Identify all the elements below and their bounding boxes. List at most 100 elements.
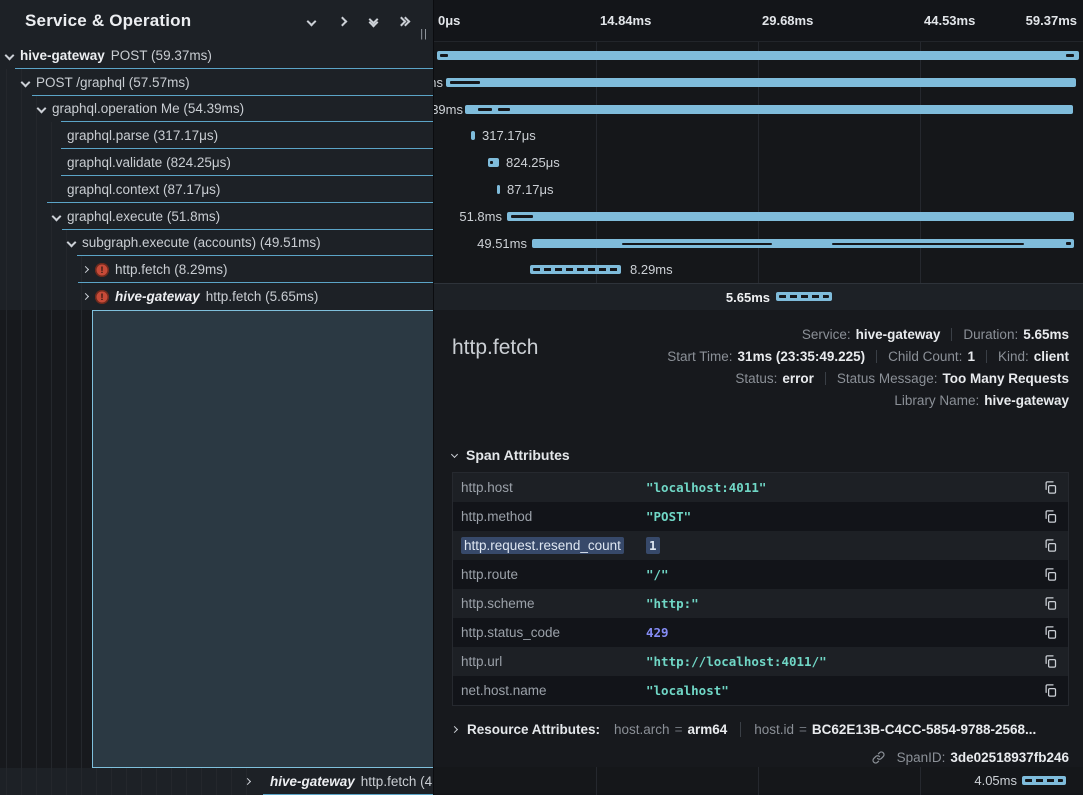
selected-span-region[interactable] [92, 310, 433, 768]
timeline-row[interactable]: 8.29ms [434, 256, 1083, 283]
indent-guides [0, 69, 22, 96]
tree-row-hive-gateway-post[interactable]: hive-gateway POST (59.37ms) [0, 42, 433, 69]
collapse-one-icon[interactable] [308, 18, 315, 25]
tree-row-graphql-validate[interactable]: graphql.validate (824.25μs) [0, 149, 433, 176]
span-service: hive-gateway [20, 48, 105, 63]
tree-row-http-fetch-5ms-selected[interactable]: ! hive-gateway http.fetch (5.65ms) [0, 283, 433, 310]
chevron-right-icon[interactable] [82, 266, 89, 273]
attribute-row: http.scheme "http:" [453, 589, 1068, 618]
attribute-row: http.method "POST" [453, 502, 1068, 531]
copy-icon[interactable] [1036, 509, 1058, 525]
expand-all-icon[interactable] [401, 18, 409, 25]
panel-resize-handle[interactable]: || [420, 28, 428, 40]
span-name: graphql.execute (51.8ms) [67, 209, 220, 224]
span-name: subgraph.execute (accounts) (49.51ms) [82, 235, 321, 250]
tree-row-http-fetch-8ms[interactable]: ! http.fetch (8.29ms) [0, 256, 433, 283]
copy-icon[interactable] [1036, 538, 1058, 554]
copy-icon[interactable] [1036, 683, 1058, 699]
span-name: graphql.operation Me (54.39ms) [52, 101, 244, 116]
resource-attributes-row[interactable]: Resource Attributes: host.arch=arm64 hos… [452, 718, 1069, 742]
left-panel-header: Service & Operation || [0, 0, 433, 42]
timeline-row[interactable]: 4.05ms [434, 767, 1083, 793]
chevron-down-icon[interactable] [67, 238, 77, 248]
host-arch-value: arm64 [687, 722, 727, 737]
span-id-value: 3de02518937fb246 [950, 750, 1069, 765]
span-bar[interactable] [488, 158, 499, 167]
chevron-down-icon [451, 451, 458, 458]
copy-icon[interactable] [1036, 625, 1058, 641]
tree-row-graphql-parse[interactable]: graphql.parse (317.17μs) [0, 122, 433, 149]
duration-label: 317.17μs [482, 128, 536, 143]
indent-guides [0, 149, 60, 176]
meta-line-2: Start Time:31ms (23:35:49.225)Child Coun… [667, 346, 1069, 368]
status-message-value: Too Many Requests [942, 371, 1069, 386]
span-name: POST /graphql (57.57ms) [36, 75, 190, 90]
timeline-row-selected[interactable]: 5.65ms [434, 283, 1083, 310]
service-operation-panel: Service & Operation || hive-gateway POST… [0, 0, 434, 795]
child-count-value: 1 [967, 349, 975, 364]
span-bar[interactable] [507, 212, 1074, 221]
duration-label: 5.65ms [726, 290, 770, 305]
copy-icon[interactable] [1036, 567, 1058, 583]
tree-row-post-graphql[interactable]: POST /graphql (57.57ms) [0, 69, 433, 96]
span-bar[interactable] [437, 51, 1079, 60]
duration-value: 5.65ms [1023, 327, 1069, 342]
expand-one-icon[interactable] [339, 18, 346, 25]
chevron-right-icon [452, 726, 458, 733]
timeline-axis: 0μs 14.84ms 29.68ms 44.53ms 59.37ms [434, 0, 1083, 42]
tree-row-graphql-operation[interactable]: graphql.operation Me (54.39ms) [0, 96, 433, 123]
indent-guides [0, 203, 53, 230]
timeline-row[interactable]: 49.51ms [434, 230, 1083, 257]
span-bar[interactable] [530, 265, 621, 274]
span-detail-panel: http.fetch Service:hive-gatewayDuration:… [434, 310, 1083, 767]
meta-line-3: Status:errorStatus Message:Too Many Requ… [667, 368, 1069, 390]
axis-tick: 59.37ms [1026, 13, 1077, 28]
collapse-all-icon[interactable] [370, 16, 377, 26]
timeline-panel: 0μs 14.84ms 29.68ms 44.53ms 59.37ms 57.5… [434, 0, 1083, 795]
duration-label: 824.25μs [506, 155, 560, 170]
timeline-row[interactable]: 87.17μs [434, 176, 1083, 203]
chevron-right-icon[interactable] [82, 293, 89, 300]
attribute-row: net.host.name "localhost" [453, 676, 1068, 705]
timeline-row[interactable] [434, 42, 1083, 69]
chevron-down-icon[interactable] [52, 211, 62, 221]
attribute-value: 429 [646, 625, 1036, 640]
copy-icon[interactable] [1036, 596, 1058, 612]
start-time-value: 31ms (23:35:49.225) [738, 349, 866, 364]
span-bar[interactable] [465, 105, 1073, 114]
tree-row-graphql-context[interactable]: graphql.context (87.17μs) [0, 176, 433, 203]
timeline-row[interactable]: 51.8ms [434, 203, 1083, 230]
span-name: graphql.parse (317.17μs) [67, 128, 218, 143]
tree-row-graphql-execute[interactable]: graphql.execute (51.8ms) [0, 203, 433, 230]
copy-icon[interactable] [1036, 654, 1058, 670]
tree-row-http-fetch-4ms[interactable]: hive-gateway http.fetch (4.05ms) [0, 768, 433, 795]
chevron-down-icon[interactable] [37, 104, 47, 114]
chevron-down-icon[interactable] [5, 50, 15, 60]
span-name: http.fetch (8.29ms) [115, 262, 228, 277]
attribute-value: "localhost:4011" [646, 480, 1036, 495]
span-bar[interactable] [497, 185, 500, 194]
span-service: hive-gateway [115, 289, 200, 304]
error-icon: ! [95, 290, 109, 304]
span-bar[interactable] [446, 78, 1076, 87]
span-bar[interactable] [532, 239, 1074, 248]
attribute-row: http.host "localhost:4011" [453, 473, 1068, 502]
span-bar[interactable] [471, 131, 475, 140]
library-name-value: hive-gateway [984, 393, 1069, 408]
timeline-row[interactable]: 317.17μs [434, 122, 1083, 149]
duration-label: 8.29ms [630, 262, 673, 277]
span-metadata: Service:hive-gatewayDuration:5.65ms Star… [667, 324, 1069, 420]
timeline-row[interactable]: 57.57ms [434, 69, 1083, 96]
span-bar[interactable] [1022, 776, 1066, 785]
copy-icon[interactable] [1036, 480, 1058, 496]
attribute-row: http.route "/" [453, 560, 1068, 589]
attribute-value: "localhost" [646, 683, 1036, 698]
link-icon[interactable] [871, 750, 886, 765]
tree-row-subgraph-execute[interactable]: subgraph.execute (accounts) (49.51ms) [0, 230, 433, 257]
timeline-row[interactable]: 54.39ms [434, 96, 1083, 123]
span-bar[interactable] [776, 292, 832, 301]
chevron-down-icon[interactable] [21, 77, 31, 87]
timeline-row[interactable]: 824.25μs [434, 149, 1083, 176]
span-attributes-header[interactable]: Span Attributes [452, 444, 1069, 466]
meta-line-1: Service:hive-gatewayDuration:5.65ms [667, 324, 1069, 346]
